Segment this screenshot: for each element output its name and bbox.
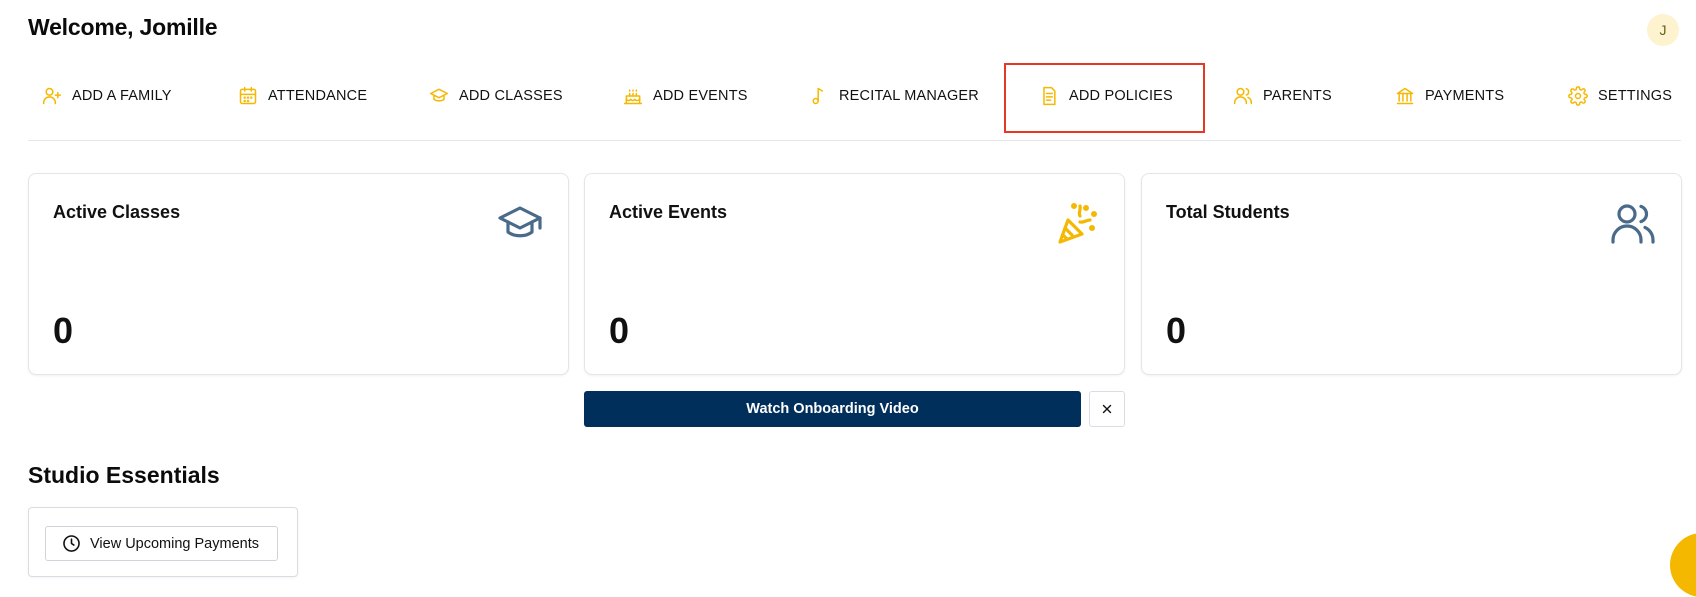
users-icon	[1233, 87, 1253, 105]
nav-label: PAYMENTS	[1425, 88, 1505, 104]
graduation-cap-icon	[429, 88, 449, 102]
nav-add-classes[interactable]: ADD CLASSES	[429, 60, 563, 132]
stat-card-total-students: Total Students 0	[1141, 173, 1682, 375]
graduation-cap-icon	[498, 206, 542, 238]
card-title: Total Students	[1166, 202, 1290, 222]
help-chat-button[interactable]	[1670, 533, 1696, 597]
stat-card-active-classes: Active Classes 0	[28, 173, 569, 375]
nav-label: ADD CLASSES	[459, 88, 563, 104]
card-value: 0	[609, 310, 630, 351]
nav-label: ADD A FAMILY	[72, 88, 172, 104]
clock-icon	[63, 535, 80, 552]
user-plus-icon	[42, 87, 62, 105]
view-upcoming-payments-button[interactable]: View Upcoming Payments	[45, 526, 278, 561]
card-title: Active Classes	[53, 202, 181, 222]
upcoming-payments-label: View Upcoming Payments	[90, 535, 259, 552]
gear-icon	[1568, 86, 1588, 106]
avatar[interactable]: J	[1647, 14, 1679, 46]
party-popper-icon	[1058, 202, 1097, 244]
card-value: 0	[1166, 310, 1187, 351]
nav-recital-manager[interactable]: RECITAL MANAGER	[809, 60, 979, 132]
nav-label: SETTINGS	[1598, 88, 1673, 104]
close-onboarding-button[interactable]	[1089, 391, 1125, 427]
top-nav: ADD A FAMILY ATTENDANCE ADD CLASSES ADD …	[28, 60, 1681, 141]
card-title: Active Events	[609, 202, 728, 222]
users-icon	[1611, 204, 1655, 244]
nav-label: ATTENDANCE	[268, 88, 368, 104]
nav-add-a-family[interactable]: ADD A FAMILY	[42, 60, 172, 132]
studio-essentials-card: View Upcoming Payments	[28, 507, 298, 577]
nav-label: RECITAL MANAGER	[839, 88, 979, 104]
nav-payments[interactable]: PAYMENTS	[1395, 60, 1504, 132]
stat-card-active-events: Active Events 0	[584, 173, 1125, 375]
nav-label: ADD EVENTS	[653, 88, 748, 104]
nav-attendance[interactable]: ATTENDANCE	[238, 60, 367, 132]
card-value: 0	[53, 310, 74, 351]
close-icon	[1102, 404, 1112, 414]
bank-icon	[1396, 87, 1414, 105]
nav-settings[interactable]: SETTINGS	[1568, 60, 1672, 132]
music-note-icon	[812, 87, 824, 105]
calendar-icon	[239, 86, 257, 105]
nav-add-events[interactable]: ADD EVENTS	[623, 60, 748, 132]
watch-onboarding-video-button[interactable]: Watch Onboarding Video	[584, 391, 1081, 427]
studio-essentials-heading: Studio Essentials	[28, 462, 220, 488]
highlight-box-add-policies	[1004, 63, 1205, 133]
nav-label: PARENTS	[1263, 88, 1332, 104]
welcome-heading: Welcome, Jomille	[28, 14, 218, 40]
cake-icon	[623, 89, 643, 105]
nav-parents[interactable]: PARENTS	[1233, 60, 1332, 132]
